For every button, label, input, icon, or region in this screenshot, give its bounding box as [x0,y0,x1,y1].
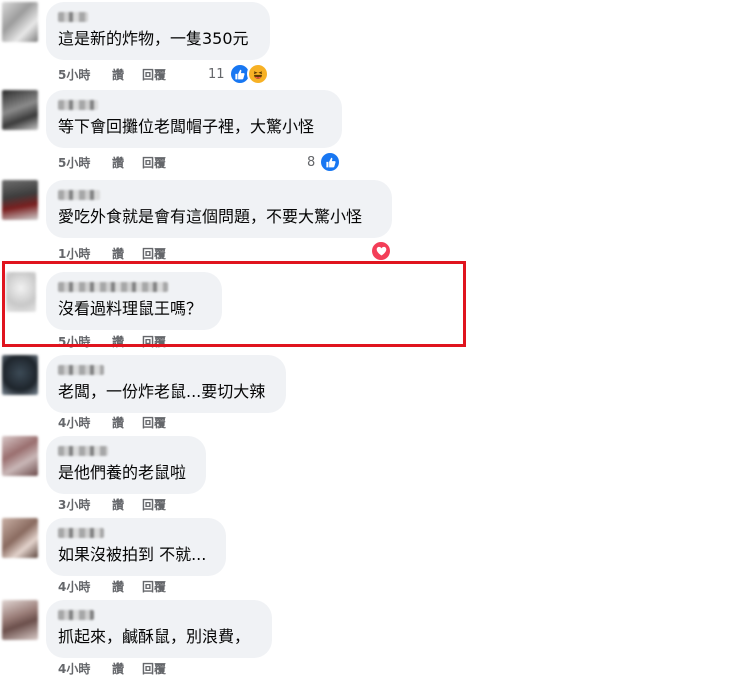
comment-bubble: 是他們養的老鼠啦 [46,436,206,494]
commenter-name[interactable] [58,190,100,200]
commenter-name[interactable] [58,446,108,456]
comment-time[interactable]: 1小時 [58,245,100,262]
like-link[interactable]: 讚 [112,245,142,262]
avatar[interactable] [2,436,38,476]
comment-time[interactable]: 4小時 [58,414,100,431]
reply-link[interactable]: 回覆 [142,578,182,595]
comment-bubble: 抓起來，鹹酥鼠，別浪費， [46,600,272,658]
comment-time[interactable]: 3小時 [58,496,100,513]
comment-bubble: 等下會回攤位老闆帽子裡，大驚小怪 [46,90,342,148]
commenter-name[interactable] [58,365,104,375]
comment-text: 抓起來，鹹酥鼠，別浪費， [58,627,251,646]
comment-time[interactable]: 4小時 [58,578,100,595]
like-link[interactable]: 讚 [112,414,142,431]
avatar[interactable] [2,600,38,640]
love-icon [370,240,392,262]
comment-actions: 4小時 讚 回覆 [58,578,182,595]
reaction-summary[interactable]: 11 [208,63,269,85]
reaction-summary[interactable] [370,240,392,262]
highlight-box [2,261,466,347]
reaction-count: 8 [307,154,316,170]
reply-link[interactable]: 回覆 [142,154,182,171]
comment-bubble: 如果沒被拍到 不就... [46,518,226,576]
like-icon [319,151,342,173]
reaction-summary[interactable]: 8 [307,151,342,173]
comment-actions: 4小時 讚 回覆 [58,414,182,431]
reaction-count: 11 [208,66,225,82]
reply-link[interactable]: 回覆 [142,496,182,513]
avatar[interactable] [2,355,38,395]
comment-text: 愛吃外食就是會有這個問題，不要大驚小怪 [58,207,363,226]
commenter-name[interactable] [58,610,94,620]
comment-time[interactable]: 5小時 [58,66,100,83]
comment-actions: 3小時 讚 回覆 [58,496,182,513]
comment-text: 如果沒被拍到 不就... [58,545,207,564]
comment-text: 是他們養的老鼠啦 [58,463,187,482]
comment-actions: 5小時 讚 回覆 [58,154,182,171]
comment-actions: 4小時 讚 回覆 [58,660,182,677]
comment-time[interactable]: 5小時 [58,154,100,171]
commenter-name[interactable] [58,12,88,22]
haha-icon [246,63,269,85]
avatar[interactable] [2,518,38,558]
avatar[interactable] [2,90,38,130]
reply-link[interactable]: 回覆 [142,414,182,431]
avatar[interactable] [2,2,38,42]
comment-bubble: 這是新的炸物，一隻350元 [46,2,270,60]
commenter-name[interactable] [58,528,104,538]
commenter-name[interactable] [58,100,98,110]
comment-time[interactable]: 4小時 [58,660,100,677]
reply-link[interactable]: 回覆 [142,245,182,262]
comment-text: 等下會回攤位老闆帽子裡，大驚小怪 [58,117,315,136]
like-link[interactable]: 讚 [112,578,142,595]
comment-text: 老闆，一份炸老鼠...要切大辣 [58,382,266,401]
avatar[interactable] [2,180,38,220]
comment-actions: 5小時 讚 回覆 [58,66,182,83]
comment-actions: 1小時 讚 回覆 [58,245,182,262]
like-link[interactable]: 讚 [112,660,142,677]
comment-bubble: 老闆，一份炸老鼠...要切大辣 [46,355,286,413]
like-link[interactable]: 讚 [112,496,142,513]
reply-link[interactable]: 回覆 [142,66,182,83]
comment-bubble: 愛吃外食就是會有這個問題，不要大驚小怪 [46,180,392,238]
comment-text: 這是新的炸物，一隻350元 [58,29,249,48]
like-link[interactable]: 讚 [112,66,142,83]
like-link[interactable]: 讚 [112,154,142,171]
reply-link[interactable]: 回覆 [142,660,182,677]
